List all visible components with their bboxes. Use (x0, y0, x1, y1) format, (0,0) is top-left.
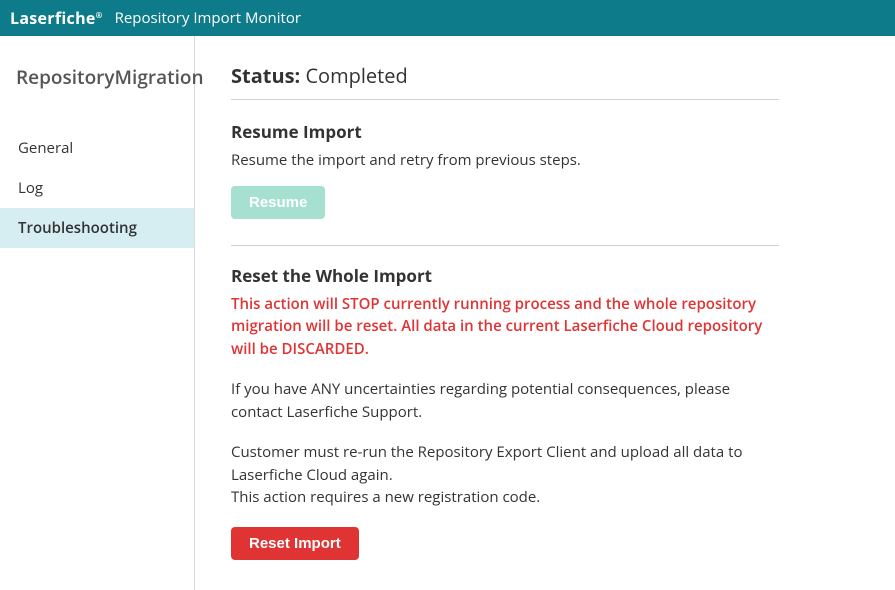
reset-warning: This action will STOP currently running … (231, 293, 779, 361)
section-divider (231, 245, 779, 246)
reset-section-title: Reset the Whole Import (231, 264, 779, 287)
sidebar-item-label: Log (18, 178, 43, 198)
sidebar-item-label: Troubleshooting (18, 218, 137, 238)
sidebar-item-log[interactable]: Log (0, 168, 194, 208)
reset-para1: If you have ANY uncertainties regarding … (231, 378, 779, 423)
sidebar: RepositoryMigration General Log Troubles… (0, 36, 195, 590)
sidebar-item-general[interactable]: General (0, 128, 194, 168)
main-content: Status: Completed Resume Import Resume t… (195, 36, 815, 590)
reset-para2-line2: This action requires a new registration … (231, 486, 779, 509)
brand-logo: Laserfiche® (10, 7, 103, 29)
reset-para2-line1: Customer must re-run the Repository Expo… (231, 441, 779, 486)
resume-button[interactable]: Resume (231, 186, 325, 219)
app-title: Repository Import Monitor (115, 8, 301, 28)
status-label: Status: (231, 62, 300, 89)
app-header: Laserfiche® Repository Import Monitor (0, 0, 895, 36)
resume-section-title: Resume Import (231, 120, 779, 143)
sidebar-item-troubleshooting[interactable]: Troubleshooting (0, 208, 194, 248)
sidebar-title: RepositoryMigration (0, 58, 194, 128)
status-value: Completed (305, 62, 407, 89)
reset-para2: Customer must re-run the Repository Expo… (231, 441, 779, 509)
reset-import-button[interactable]: Reset Import (231, 527, 359, 560)
resume-section-desc: Resume the import and retry from previou… (231, 149, 779, 172)
status-row: Status: Completed (231, 62, 779, 100)
sidebar-item-label: General (18, 138, 73, 158)
